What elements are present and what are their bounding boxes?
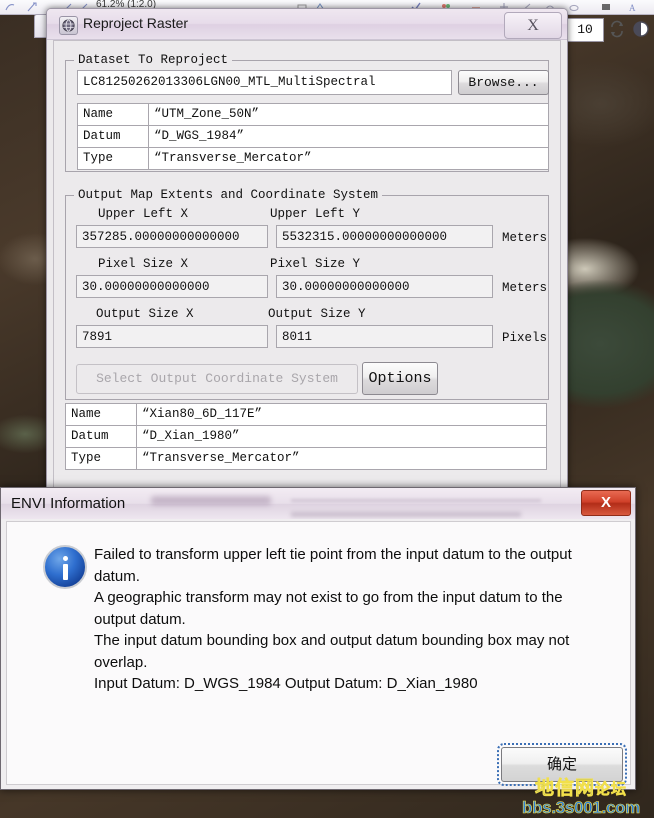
output-size-x-label: Output Size X xyxy=(96,307,194,321)
output-type-value: “Transverse_Mercator” xyxy=(136,447,547,470)
reproject-titlebar[interactable]: Reproject Raster X xyxy=(47,9,567,40)
options-button[interactable]: Options xyxy=(362,362,438,395)
envi-info-dialog-title: ENVI Information xyxy=(11,495,126,512)
output-size-x-input[interactable]: 7891 xyxy=(76,325,268,348)
opacity-spinner-input[interactable]: 10 xyxy=(566,18,604,42)
table-row: Datum “D_Xian_1980” xyxy=(65,425,547,448)
output-name-key: Name xyxy=(65,403,137,426)
watermark-url: bbs.3s001.com xyxy=(522,798,641,817)
blurred-background-text xyxy=(141,488,561,519)
reproject-raster-dialog: Reproject Raster X Dataset To Reproject … xyxy=(46,8,568,495)
output-type-key: Type xyxy=(65,447,137,470)
pixel-size-x-input[interactable]: 30.00000000000000 xyxy=(76,275,268,298)
info-message-line-1: Failed to transform upper left tie point… xyxy=(94,546,572,585)
table-row: Datum “D_WGS_1984” xyxy=(77,125,549,148)
pan-icon[interactable] xyxy=(4,1,16,13)
input-type-value: “Transverse_Mercator” xyxy=(148,147,549,170)
reproject-dialog-title: Reproject Raster xyxy=(83,15,189,31)
envi-info-titlebar[interactable]: ENVI Information X xyxy=(1,488,635,519)
browse-button[interactable]: Browse... xyxy=(458,70,549,95)
table-row: Type “Transverse_Mercator” xyxy=(65,447,547,470)
layer-circle-icon[interactable] xyxy=(632,20,650,38)
watermark-chinese-red: 论坛 xyxy=(595,781,628,799)
pixel-size-y-label: Pixel Size Y xyxy=(270,257,361,271)
output-datum-key: Datum xyxy=(65,425,137,448)
annotation-text-icon[interactable]: A xyxy=(628,1,640,13)
reproject-close-button[interactable]: X xyxy=(504,12,562,39)
output-datum-value: “D_Xian_1980” xyxy=(136,425,547,448)
output-size-y-input[interactable]: 8011 xyxy=(276,325,493,348)
dataset-group-legend: Dataset To Reproject xyxy=(78,53,229,67)
input-coordinate-table: Name “UTM_Zone_50N” Datum “D_WGS_1984” T… xyxy=(77,103,549,170)
upper-left-units-label: Meters xyxy=(502,231,548,245)
input-name-value: “UTM_Zone_50N” xyxy=(148,103,549,126)
pixel-size-units-label: Meters xyxy=(502,281,548,295)
output-size-units-label: Pixels xyxy=(502,331,548,345)
info-message-line-3: The input datum bounding box and output … xyxy=(94,632,570,671)
upper-left-y-label: Upper Left Y xyxy=(270,207,361,221)
draw-ellipse-icon[interactable] xyxy=(568,1,580,13)
pixel-size-y-input[interactable]: 30.00000000000000 xyxy=(276,275,493,298)
watermark-chinese-main: 地信网 xyxy=(534,778,595,799)
select-output-coordinate-system-button[interactable]: Select Output Coordinate System xyxy=(76,364,358,394)
ok-button[interactable]: 确定 xyxy=(497,743,627,786)
close-icon: X xyxy=(527,17,539,34)
output-name-value: “Xian80_6D_117E” xyxy=(136,403,547,426)
envi-globe-icon xyxy=(59,16,78,35)
ok-button-label: 确定 xyxy=(546,756,577,773)
reproject-dialog-body: Dataset To Reproject LC81250262013306LGN… xyxy=(53,40,561,489)
forum-watermark: 地信网论坛 bbs.3s001.com xyxy=(508,779,654,818)
input-name-key: Name xyxy=(77,103,149,126)
input-datum-value: “D_WGS_1984” xyxy=(148,125,549,148)
envi-information-dialog: ENVI Information X Failed to transform u… xyxy=(0,487,636,790)
info-icon xyxy=(43,545,87,589)
envi-info-close-button[interactable]: X xyxy=(581,490,631,516)
table-row: Type “Transverse_Mercator” xyxy=(77,147,549,170)
input-datum-key: Datum xyxy=(77,125,149,148)
upper-left-x-input[interactable]: 357285.00000000000000 xyxy=(76,225,268,248)
close-icon: X xyxy=(600,494,611,511)
info-message-line-4: Input Datum: D_WGS_1984 Output Datum: D_… xyxy=(94,675,478,692)
crosshair-icon[interactable] xyxy=(26,1,38,13)
upper-left-x-label: Upper Left X xyxy=(98,207,189,221)
pixel-size-x-label: Pixel Size X xyxy=(98,257,189,271)
envi-info-content: Failed to transform upper left tie point… xyxy=(6,521,631,785)
dataset-input[interactable]: LC81250262013306LGN00_MTL_MultiSpectral xyxy=(77,70,452,95)
info-message-line-2: A geographic transform may not exist to … xyxy=(94,589,563,628)
refresh-icon[interactable] xyxy=(608,20,626,38)
output-size-y-label: Output Size Y xyxy=(268,307,366,321)
svg-text:A: A xyxy=(629,3,636,13)
table-row: Name “Xian80_6D_117E” xyxy=(65,403,547,426)
image-icon[interactable] xyxy=(600,1,612,13)
upper-left-y-input[interactable]: 5532315.00000000000000 xyxy=(276,225,493,248)
table-row: Name “UTM_Zone_50N” xyxy=(77,103,549,126)
output-coordinate-table: Name “Xian80_6D_117E” Datum “D_Xian_1980… xyxy=(65,403,547,470)
watermark-chinese: 地信网论坛 xyxy=(508,779,654,799)
info-message: Failed to transform upper left tie point… xyxy=(94,544,604,695)
input-type-key: Type xyxy=(77,147,149,170)
extents-group-legend: Output Map Extents and Coordinate System xyxy=(78,188,379,202)
